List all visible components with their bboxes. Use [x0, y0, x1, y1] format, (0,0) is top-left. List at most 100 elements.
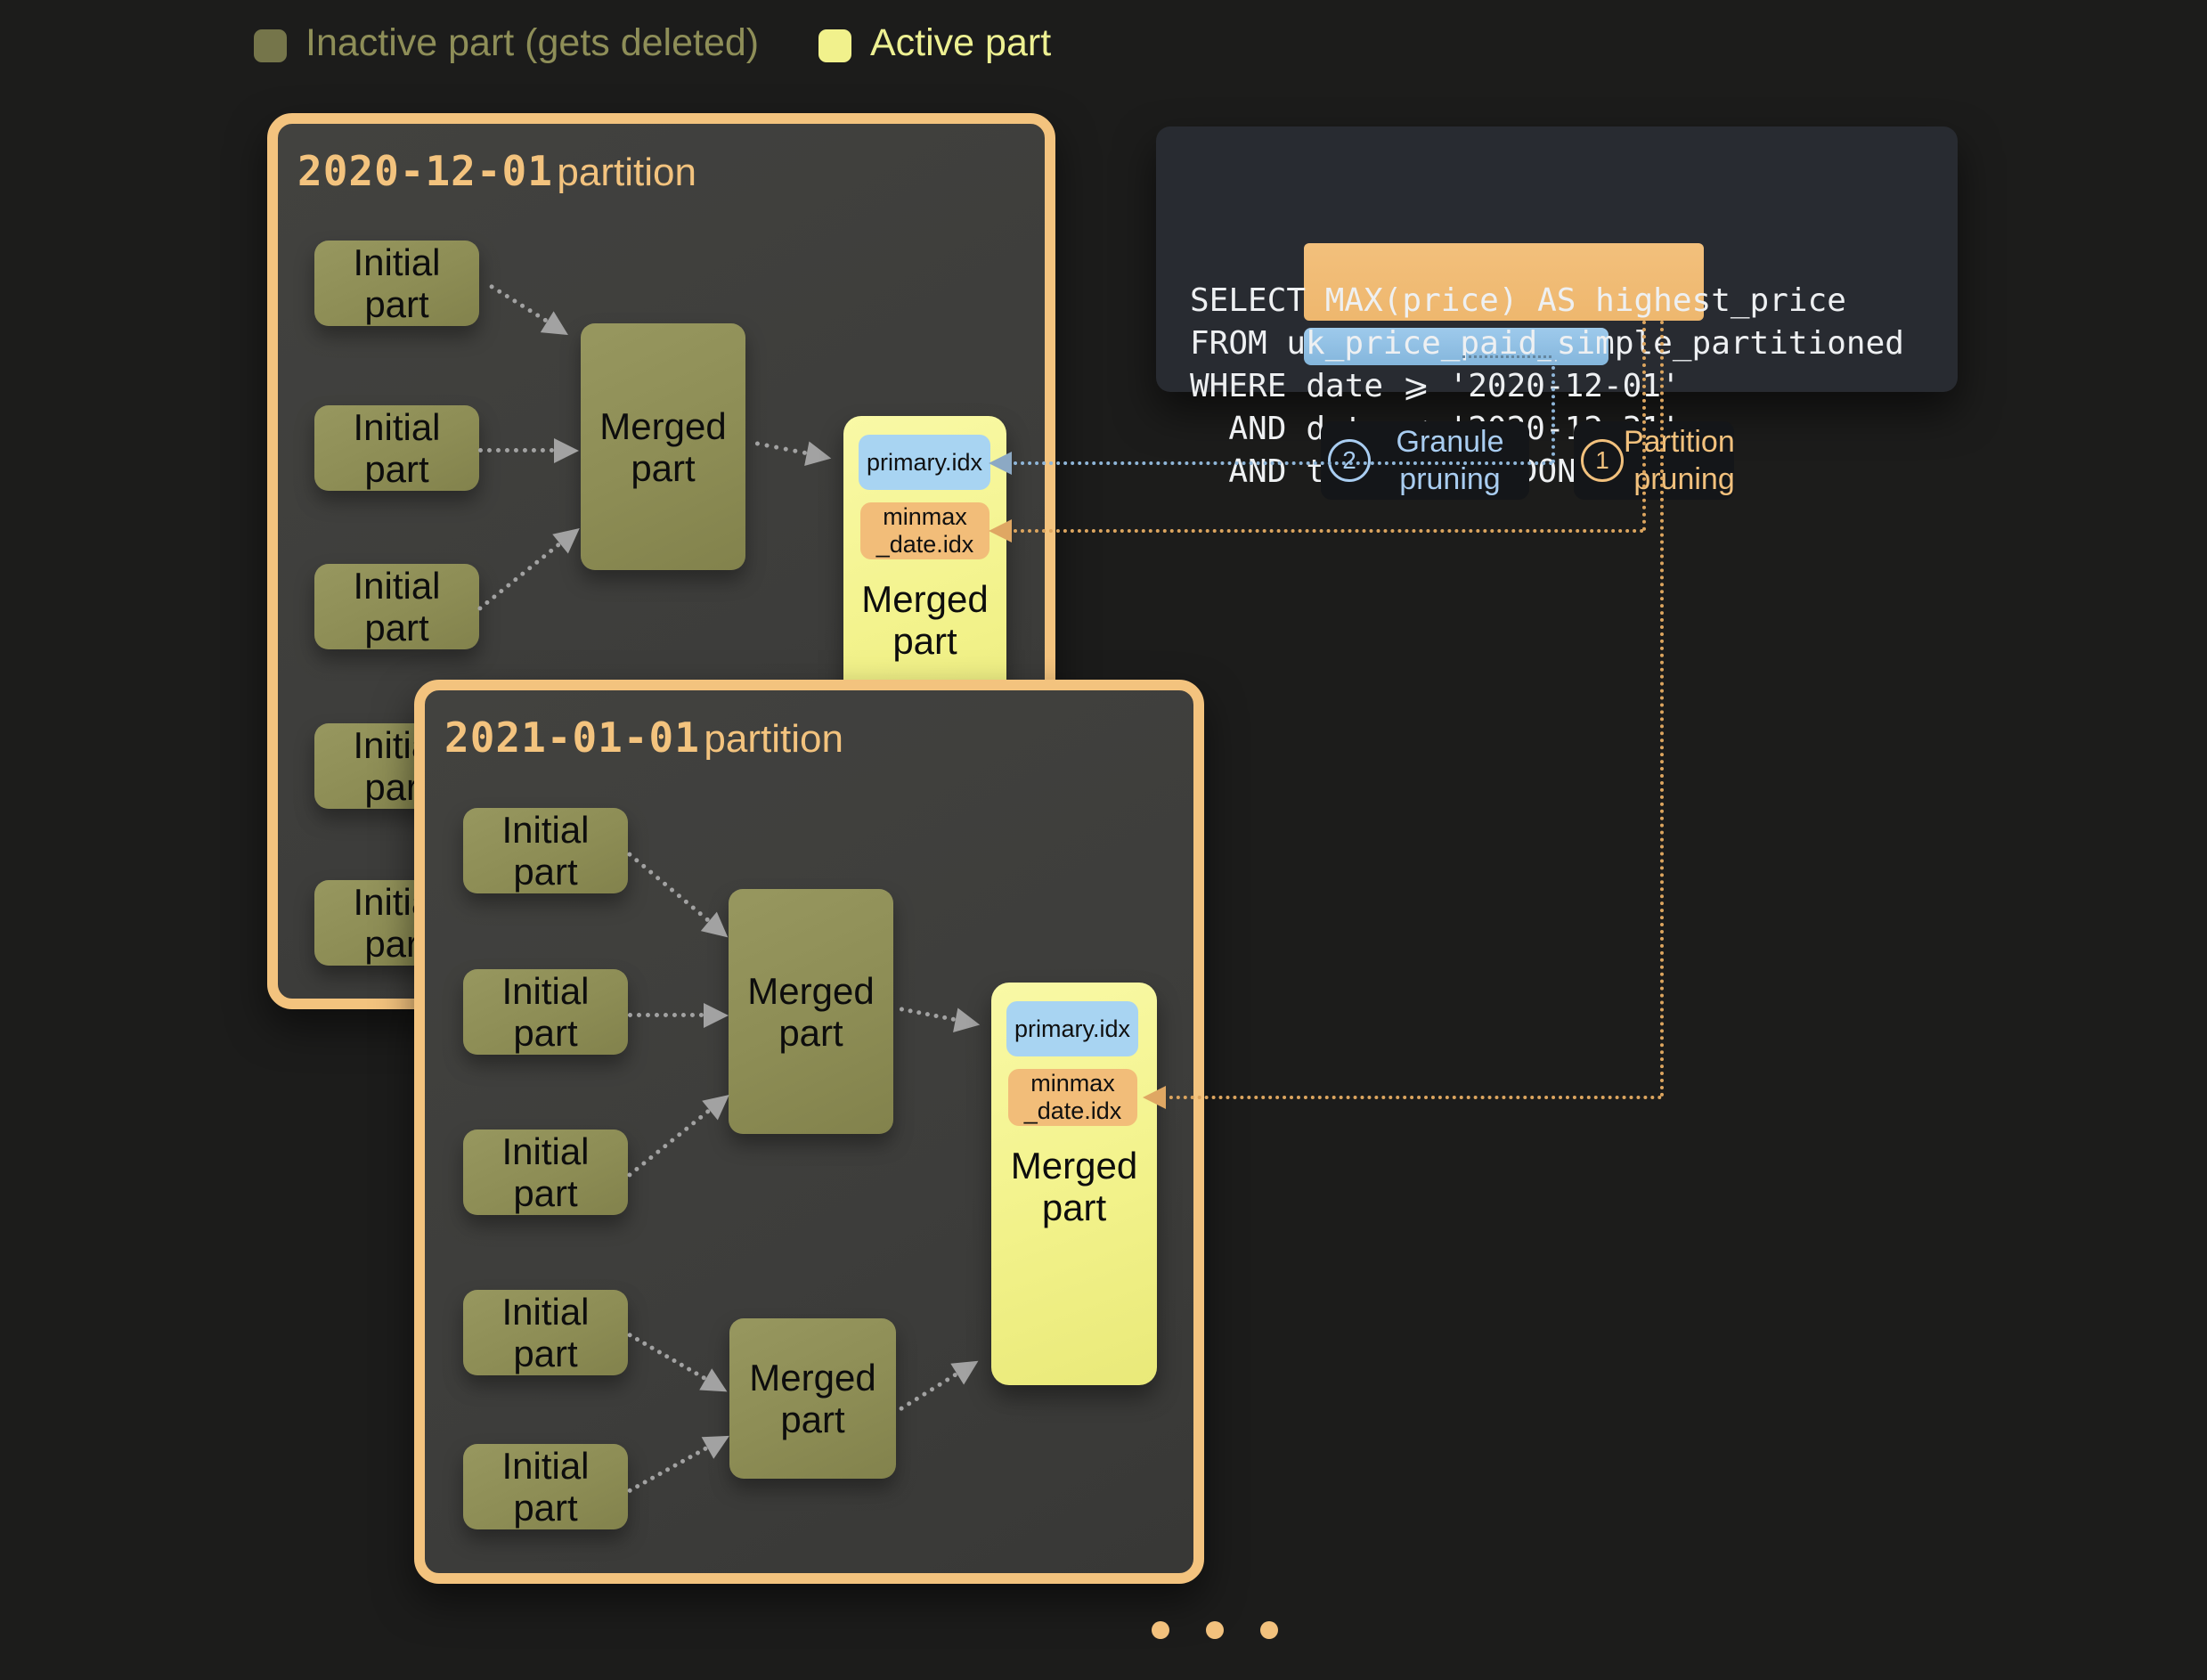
pagination-dot[interactable]: [1260, 1621, 1278, 1639]
partition-title: 2020-12-01 partition: [297, 147, 696, 195]
date-to-minmax-idx-connector: [1660, 321, 1664, 1097]
initial-part-label: Initial: [353, 241, 440, 283]
merged-part-label: part: [780, 1399, 844, 1440]
merged-part-label: Merged: [749, 1357, 875, 1399]
active-part-swatch: [818, 29, 851, 62]
granule-pruning-label: Granule pruning: [1371, 423, 1529, 498]
initial-part-label: part: [364, 448, 428, 490]
merge-arrow: [626, 852, 710, 923]
initial-part: Initial part: [463, 1130, 628, 1215]
partition-2021-01-01: 2021-01-01 partition Initial part Initia…: [414, 680, 1204, 1584]
connector-arrowhead-icon: [989, 452, 1012, 475]
merge-arrow: [626, 1108, 711, 1178]
initial-part-label: Initial: [501, 1130, 589, 1172]
initial-part-label: Initial: [501, 1291, 589, 1333]
initial-part: Initial part: [463, 1444, 628, 1529]
badge-line: pruning: [1399, 462, 1500, 496]
inactive-part-legend-label: Inactive part (gets deleted): [305, 21, 759, 65]
merged-part-label-line: part: [843, 620, 1006, 662]
town-connector-underline: [1462, 355, 1551, 358]
merged-part: Merged part: [581, 323, 745, 570]
sql-keyword: AND: [1190, 453, 1286, 490]
sql-line: WHERE date ⩾ '2020-12-01': [1190, 365, 1681, 408]
town-to-primary-idx-connector: [1551, 359, 1555, 463]
minmax-idx-label: _date.idx: [1024, 1097, 1122, 1125]
pagination-dot[interactable]: [1206, 1621, 1224, 1639]
initial-part: Initial part: [463, 808, 628, 893]
initial-part-label: part: [364, 283, 428, 325]
primary-idx-label: primary.idx: [1014, 1015, 1130, 1043]
minmax-idx-label: _date.idx: [876, 531, 974, 559]
connector-arrowhead-icon: [989, 519, 1012, 542]
minmax-date-idx-chip: minmax _date.idx: [1008, 1069, 1137, 1126]
merged-part-label: Merged: [599, 405, 726, 447]
primary-idx-label: primary.idx: [867, 449, 982, 477]
partition-date: 2021-01-01: [444, 714, 700, 762]
partition-title: 2021-01-01 partition: [444, 714, 843, 762]
initial-part-label: part: [513, 1333, 577, 1374]
merge-arrow: [755, 441, 808, 455]
sql-keyword: WHERE: [1190, 368, 1286, 404]
merge-arrow: [476, 542, 561, 611]
initial-part-label: Initial: [501, 809, 589, 851]
step-1-icon: 1: [1581, 439, 1624, 482]
primary-idx-chip: primary.idx: [1006, 1001, 1138, 1056]
badge-line: Granule: [1397, 425, 1504, 459]
initial-part-label: Initial: [353, 565, 440, 607]
initial-part: Initial part: [463, 969, 628, 1055]
initial-part: Initial part: [314, 564, 479, 649]
merged-part-label-line: part: [991, 1187, 1157, 1228]
date-to-minmax-idx-connector: [1155, 1096, 1662, 1099]
step-2-icon: 2: [1328, 439, 1371, 482]
minmax-date-idx-chip: minmax _date.idx: [860, 502, 989, 559]
initial-part-label: Initial: [501, 1445, 589, 1487]
date-to-minmax-idx-connector: [1642, 321, 1646, 531]
active-merged-part: primary.idx minmax _date.idx Merged part: [991, 983, 1157, 1385]
initial-part-label: part: [513, 1012, 577, 1054]
sql-line: FROM uk_price_paid_simple_partitioned: [1190, 322, 1904, 365]
date-to-minmax-idx-connector: [1006, 529, 1644, 533]
initial-part: Initial part: [314, 241, 479, 326]
sql-line: SELECT MAX(price) AS highest_price: [1190, 280, 1846, 322]
partition-word-text: partition: [704, 717, 843, 761]
pagination-dot[interactable]: [1152, 1621, 1169, 1639]
merged-part-label: part: [778, 1012, 843, 1054]
active-part-legend-label: Active part: [870, 21, 1051, 65]
connector-arrowhead-icon: [1143, 1086, 1166, 1109]
merge-arrow: [627, 1332, 707, 1381]
merge-arrow: [478, 448, 554, 453]
partition-word-text: partition: [557, 151, 696, 194]
badge-line: Partition: [1624, 425, 1735, 459]
initial-part-label: Initial: [353, 406, 440, 448]
initial-part-label: part: [513, 1487, 577, 1529]
initial-part-label: part: [513, 851, 577, 893]
merge-arrow: [489, 283, 549, 323]
merged-part-label: part: [631, 447, 695, 489]
merged-part-label: Merged part: [991, 1145, 1157, 1228]
granule-pruning-badge: 2 Granule pruning: [1321, 421, 1529, 500]
merge-arrow: [899, 1372, 958, 1412]
initial-part-label: part: [513, 1172, 577, 1214]
initial-part: Initial part: [314, 405, 479, 491]
merge-arrow: [627, 1446, 709, 1494]
partition-pruning-badge: 1 Partition pruning: [1574, 421, 1734, 500]
merged-part-label-line: Merged: [991, 1145, 1157, 1187]
merge-arrow: [900, 1007, 957, 1022]
inactive-part-swatch: [254, 29, 287, 62]
minmax-idx-label: minmax: [1030, 1070, 1115, 1097]
minmax-idx-label: minmax: [883, 503, 967, 531]
partition-date: 2020-12-01: [297, 147, 553, 195]
initial-part-label: Initial: [501, 970, 589, 1012]
merged-part-label: Merged part: [843, 578, 1006, 662]
town-to-primary-idx-connector: [1006, 461, 1553, 465]
sql-date-predicate: date ⩾ '2020-12-01': [1306, 368, 1680, 404]
initial-part: Initial part: [463, 1290, 628, 1375]
merge-arrow: [628, 1013, 704, 1017]
sql-query-block: SELECT MAX(price) AS highest_price FROM …: [1156, 126, 1958, 392]
merged-part-label-line: Merged: [843, 578, 1006, 620]
merged-part: Merged part: [729, 1318, 896, 1479]
primary-idx-chip: primary.idx: [859, 435, 990, 490]
badge-line: pruning: [1633, 462, 1734, 496]
partition-pruning-label: Partition pruning: [1624, 423, 1742, 498]
merged-part-label: Merged: [747, 970, 874, 1012]
